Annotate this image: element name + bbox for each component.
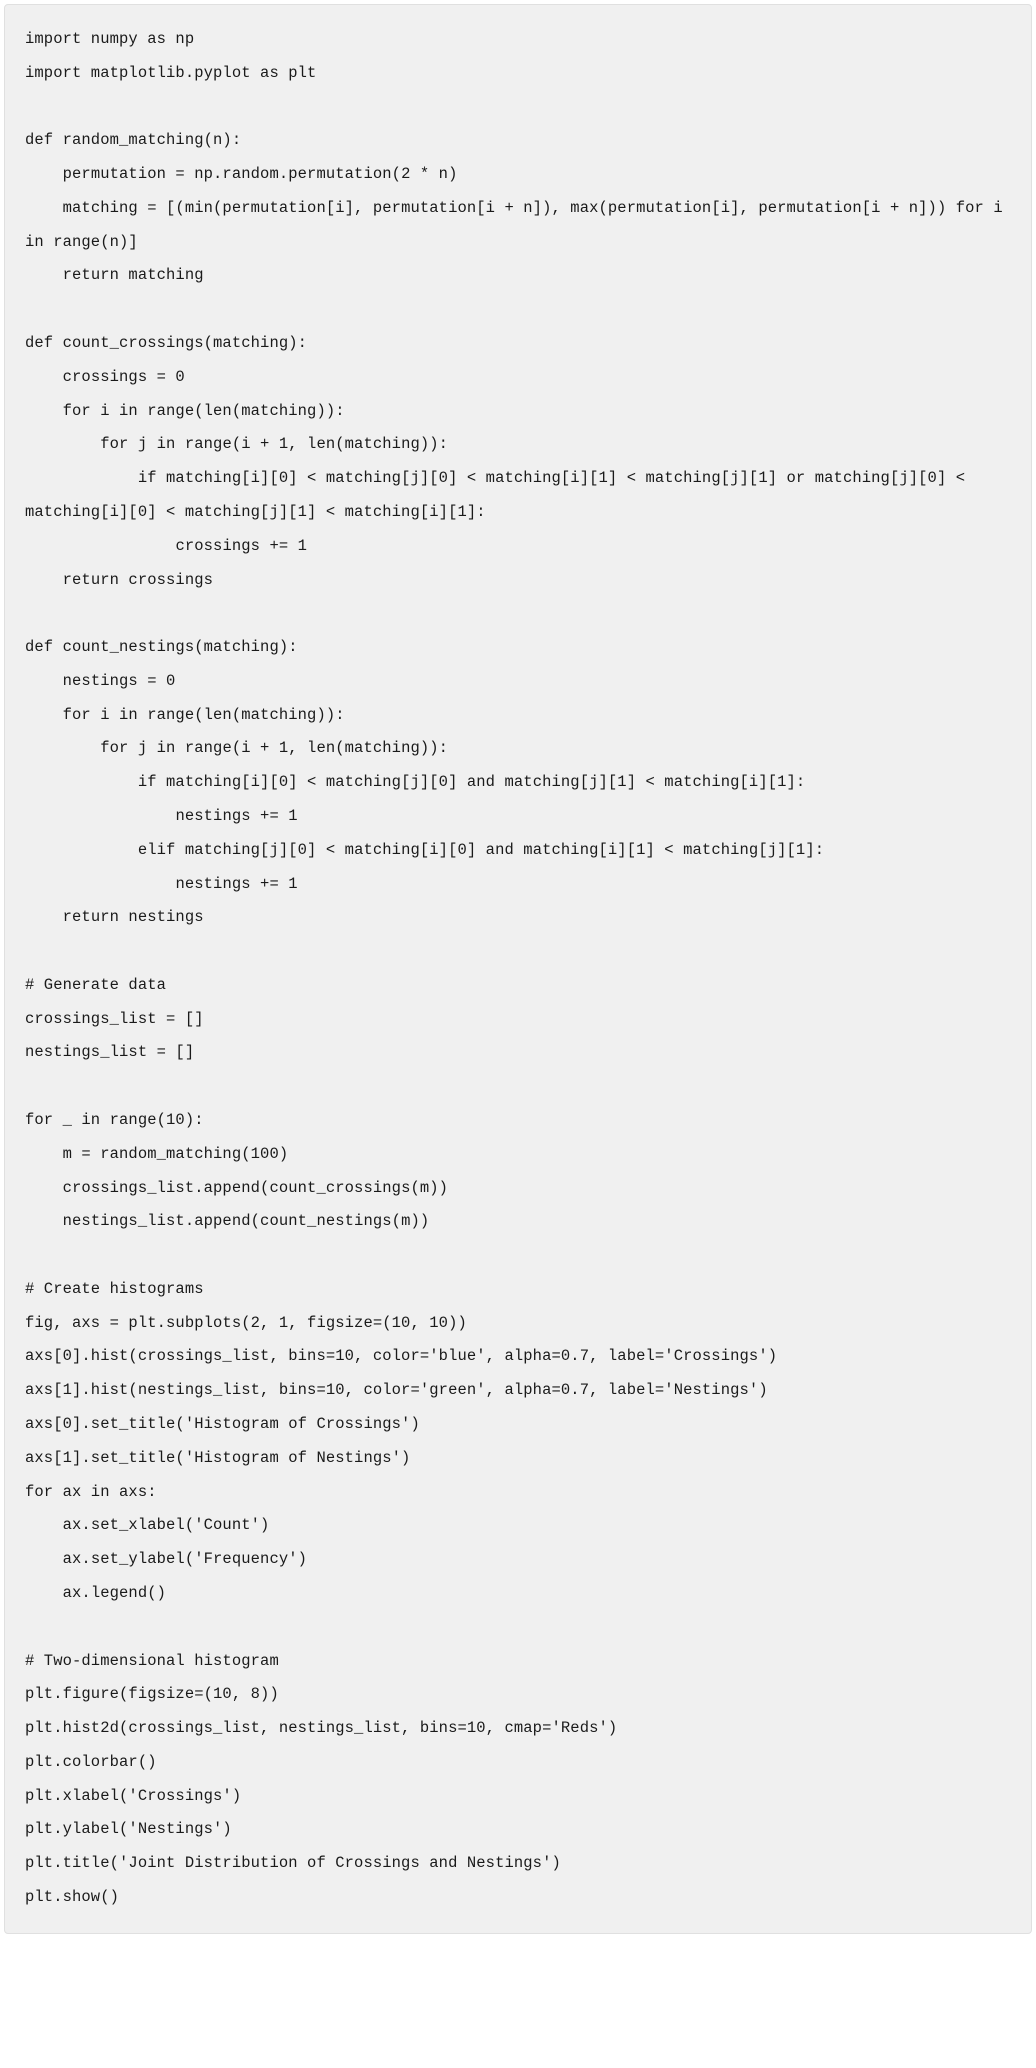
code-content: import numpy as np import matplotlib.pyp… [25, 23, 1011, 1915]
code-block: import numpy as np import matplotlib.pyp… [4, 4, 1032, 1934]
